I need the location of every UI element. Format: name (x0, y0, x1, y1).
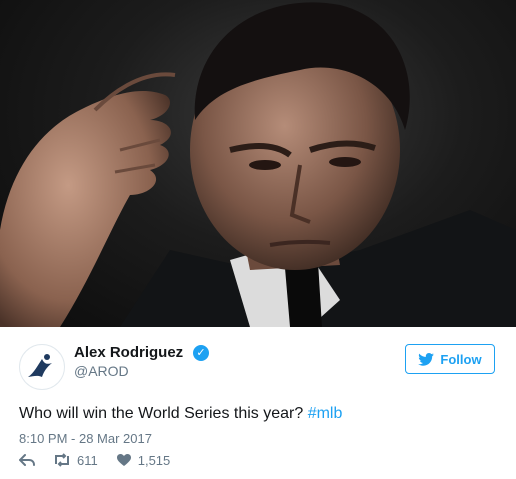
heart-icon (116, 454, 131, 466)
follow-button-label: Follow (440, 351, 482, 367)
retweet-count: 611 (77, 452, 98, 468)
tweet-actions: 611 1,515 (19, 452, 188, 468)
verified-check-icon: ✓ (193, 345, 209, 361)
timestamp[interactable]: 8:10 PM - 28 Mar 2017 (19, 431, 152, 446)
avatar[interactable] (19, 344, 65, 390)
reply-icon (19, 454, 35, 466)
user-handle[interactable]: @AROD (74, 363, 129, 379)
retweet-button[interactable]: 611 (53, 453, 98, 468)
follow-button[interactable]: Follow (405, 344, 495, 374)
like-button[interactable]: 1,515 (116, 452, 171, 468)
player-logo-icon (28, 354, 52, 377)
hashtag-link[interactable]: #mlb (308, 405, 343, 422)
tweet-photo[interactable] (0, 0, 516, 327)
tweet-body: Who will win the World Series this year? (19, 405, 308, 422)
like-count: 1,515 (137, 452, 171, 468)
tweet-text: Who will win the World Series this year?… (19, 405, 342, 423)
user-name[interactable]: Alex Rodriguez (74, 344, 183, 361)
retweet-icon (55, 453, 69, 467)
reply-button[interactable] (19, 453, 35, 467)
twitter-bird-icon (418, 352, 435, 366)
tweet-card: Alex Rodriguez ✓ @AROD Follow Who will w… (0, 327, 516, 479)
